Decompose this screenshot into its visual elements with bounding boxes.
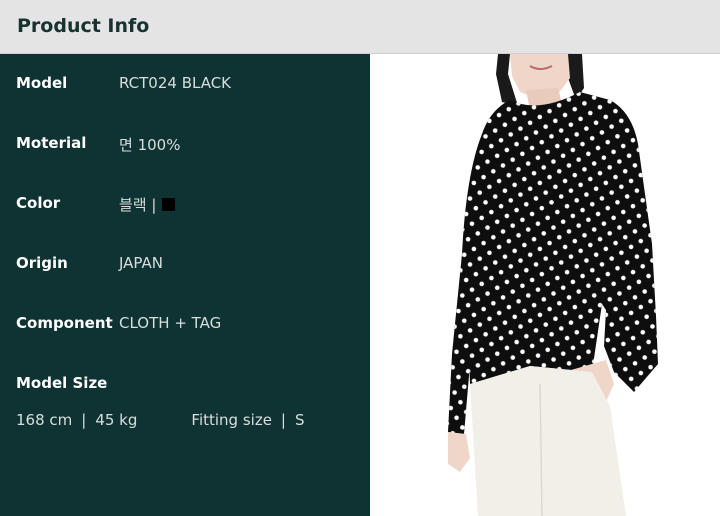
detail-label: Model: [16, 74, 68, 92]
detail-row-model: Model RCT024 BLACK: [0, 72, 370, 96]
product-photo: [370, 54, 720, 516]
model-photo-illustration: [448, 54, 658, 516]
product-details-panel: Model RCT024 BLACK Moterial 면 100% Color…: [0, 54, 370, 516]
color-swatch: [162, 198, 176, 211]
model-height: 168 cm: [16, 411, 73, 429]
detail-value-color: 블랙 |: [119, 194, 176, 215]
detail-row-model-size: Model Size: [0, 372, 370, 396]
model-size-values: 168 cm | 45 kg Fitting size | S: [16, 411, 305, 429]
model-size-label: Model Size: [16, 374, 108, 392]
detail-value: CLOTH + TAG: [119, 314, 222, 332]
detail-value: 면 100%: [119, 136, 181, 154]
fitting-size-value: S: [294, 411, 305, 429]
separator: |: [280, 411, 286, 429]
header-title: Product Info: [17, 15, 150, 37]
fitting-size-label: Fitting size: [191, 411, 272, 429]
model-weight: 45 kg: [95, 411, 138, 429]
detail-label: Origin: [16, 254, 68, 272]
detail-row-material: Moterial 면 100%: [0, 132, 370, 156]
detail-value: RCT024 BLACK: [119, 74, 232, 92]
detail-row-color: Color 블랙 |: [0, 192, 370, 216]
detail-label: Moterial: [16, 134, 87, 152]
color-text: 블랙 |: [119, 196, 157, 214]
detail-row-component: Component CLOTH + TAG: [0, 312, 370, 336]
detail-label: Color: [16, 194, 61, 212]
detail-row-origin: Origin JAPAN: [0, 252, 370, 276]
product-info-header: Product Info: [0, 0, 720, 54]
detail-value: JAPAN: [119, 254, 163, 272]
separator: |: [81, 411, 87, 429]
detail-label: Component: [16, 314, 113, 332]
